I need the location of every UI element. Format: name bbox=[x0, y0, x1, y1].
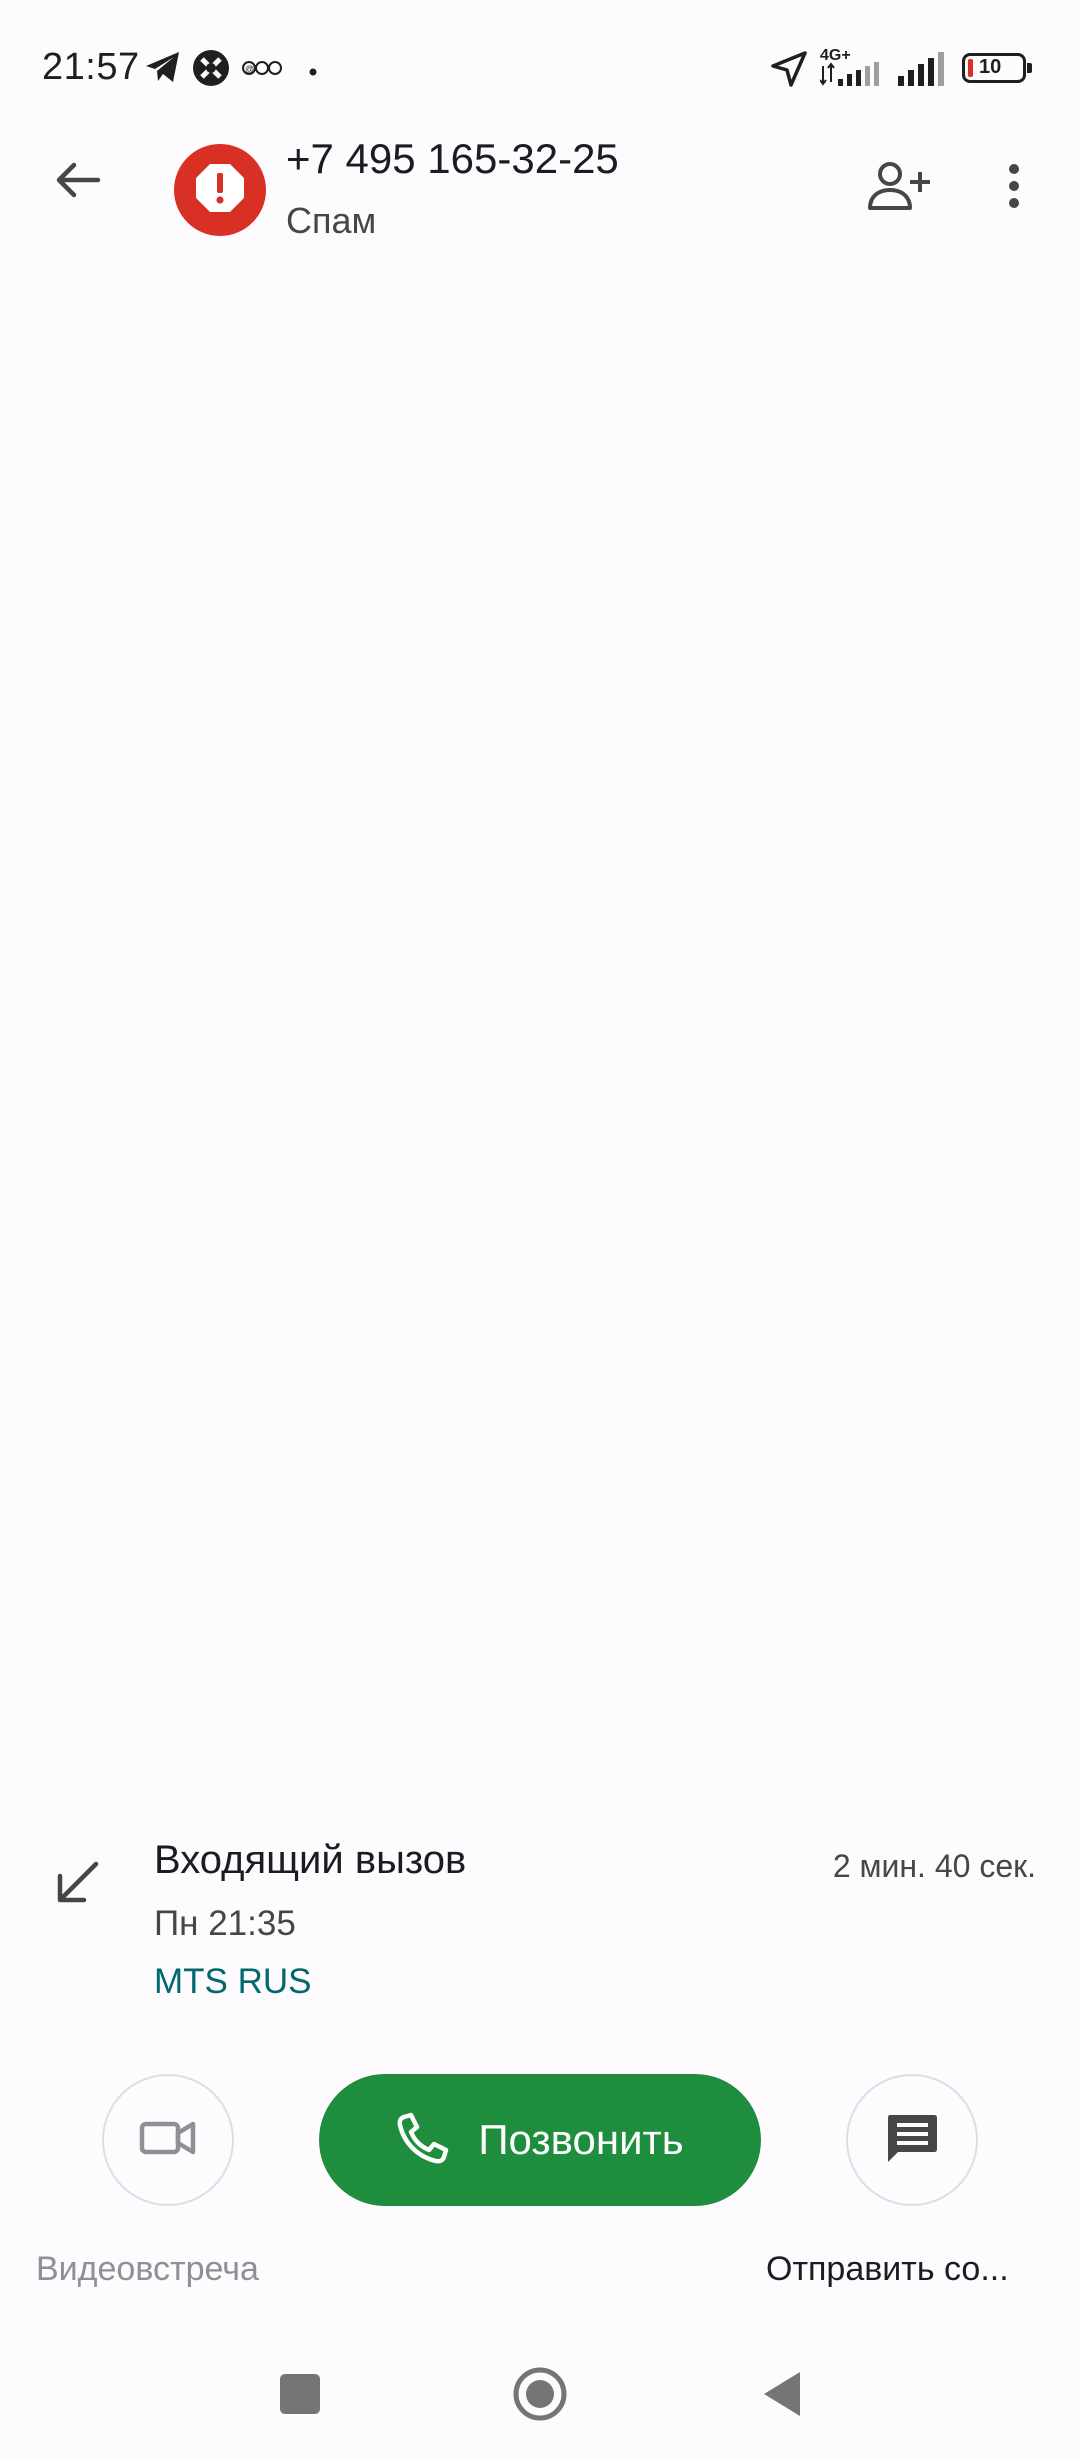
call-type: Входящий вызов bbox=[154, 1838, 467, 1882]
square-icon bbox=[279, 2373, 321, 2420]
back-button[interactable] bbox=[36, 140, 120, 224]
more-options-button[interactable] bbox=[974, 146, 1054, 230]
screen: 21:57 @ 4G+ 10 +7 495 165-32-25 Спам Вхо… bbox=[0, 0, 1080, 2460]
more-vert-icon bbox=[1006, 162, 1022, 215]
phone-icon bbox=[396, 2111, 450, 2170]
video-call-label: Видеовстреча bbox=[36, 2250, 259, 2288]
call-sim: MTS RUS bbox=[154, 1962, 312, 2001]
spam-label: Спам bbox=[286, 200, 377, 241]
call-time: Пн 21:35 bbox=[154, 1904, 296, 1943]
app-icon bbox=[192, 49, 230, 92]
home-button[interactable] bbox=[500, 2356, 580, 2436]
status-bar: 21:57 @ 4G+ 10 bbox=[0, 0, 1080, 130]
videocam-icon bbox=[139, 2118, 197, 2163]
signal-icon bbox=[898, 52, 948, 91]
person-add-icon bbox=[866, 160, 930, 217]
battery-level bbox=[968, 59, 973, 77]
svg-text:@: @ bbox=[245, 64, 254, 74]
battery-percent: 10 bbox=[979, 56, 1002, 78]
contact-number: +7 495 165-32-25 bbox=[286, 135, 619, 182]
location-icon bbox=[770, 50, 808, 93]
status-time: 21:57 bbox=[42, 46, 140, 88]
arrow-back-icon bbox=[54, 156, 102, 209]
circle-icon bbox=[512, 2366, 568, 2427]
dot-icon bbox=[309, 63, 317, 81]
battery-icon: 10 bbox=[962, 53, 1032, 83]
send-message-button[interactable] bbox=[846, 2074, 978, 2206]
avatar bbox=[174, 144, 266, 236]
video-call-button[interactable] bbox=[102, 2074, 234, 2206]
notification-icon: @ bbox=[242, 58, 282, 83]
call-duration: 2 мин. 40 сек. bbox=[832, 1848, 1036, 1884]
telegram-icon bbox=[144, 50, 182, 89]
call-button[interactable]: Позвонить bbox=[319, 2074, 761, 2206]
message-icon bbox=[884, 2111, 940, 2170]
call-button-label: Позвонить bbox=[478, 2116, 684, 2163]
triangle-back-icon bbox=[762, 2370, 802, 2423]
send-message-label: Отправить со... bbox=[766, 2250, 1009, 2288]
add-contact-button[interactable] bbox=[856, 146, 940, 230]
arrow-incoming-icon bbox=[52, 1858, 102, 1913]
signal-icon bbox=[819, 62, 886, 91]
recents-button[interactable] bbox=[262, 2358, 338, 2434]
back-nav-button[interactable] bbox=[742, 2356, 822, 2436]
spam-alert-icon bbox=[192, 160, 248, 221]
